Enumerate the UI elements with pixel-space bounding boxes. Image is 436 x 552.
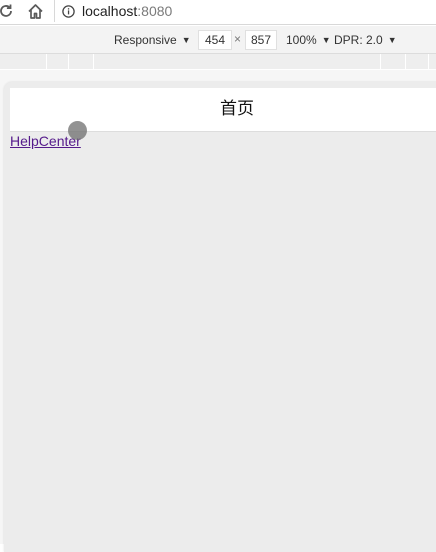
height-input[interactable]: 857	[245, 30, 277, 50]
ruler-divider	[428, 54, 429, 69]
dropdown-arrow-icon: ▼	[181, 35, 191, 45]
url-bar[interactable]: localhost:8080	[54, 0, 436, 22]
responsive-label: Responsive	[114, 33, 177, 47]
device-frame: 首页 HelpCenter	[4, 82, 436, 552]
responsive-dropdown[interactable]: Responsive ▼	[114, 33, 191, 47]
touch-cursor	[68, 121, 87, 140]
zoom-label: 100%	[286, 33, 317, 47]
info-icon[interactable]	[62, 4, 75, 18]
home-icon[interactable]	[25, 1, 45, 21]
url-port: :8080	[137, 3, 173, 19]
url-host: localhost	[82, 3, 138, 19]
device-toolbar: Responsive ▼ 454 × 857 100% ▼ DPR: 2.0 ▼	[0, 26, 436, 54]
ruler-divider	[68, 54, 69, 69]
reload-icon[interactable]	[0, 1, 16, 21]
dpr-label: DPR: 2.0	[334, 33, 383, 47]
browser-address-bar: localhost:8080	[0, 0, 436, 25]
ruler-divider	[46, 54, 47, 69]
ruler-divider	[93, 54, 94, 69]
zoom-dropdown[interactable]: 100% ▼	[286, 33, 331, 47]
dropdown-arrow-icon: ▼	[387, 35, 397, 45]
width-input[interactable]: 454	[198, 30, 232, 50]
ruler-divider	[380, 54, 381, 69]
media-query-ruler[interactable]	[0, 54, 436, 69]
times-sign: ×	[234, 32, 242, 46]
dropdown-arrow-icon: ▼	[321, 35, 331, 45]
dpr-dropdown[interactable]: DPR: 2.0 ▼	[334, 33, 397, 47]
ruler-divider	[405, 54, 406, 69]
